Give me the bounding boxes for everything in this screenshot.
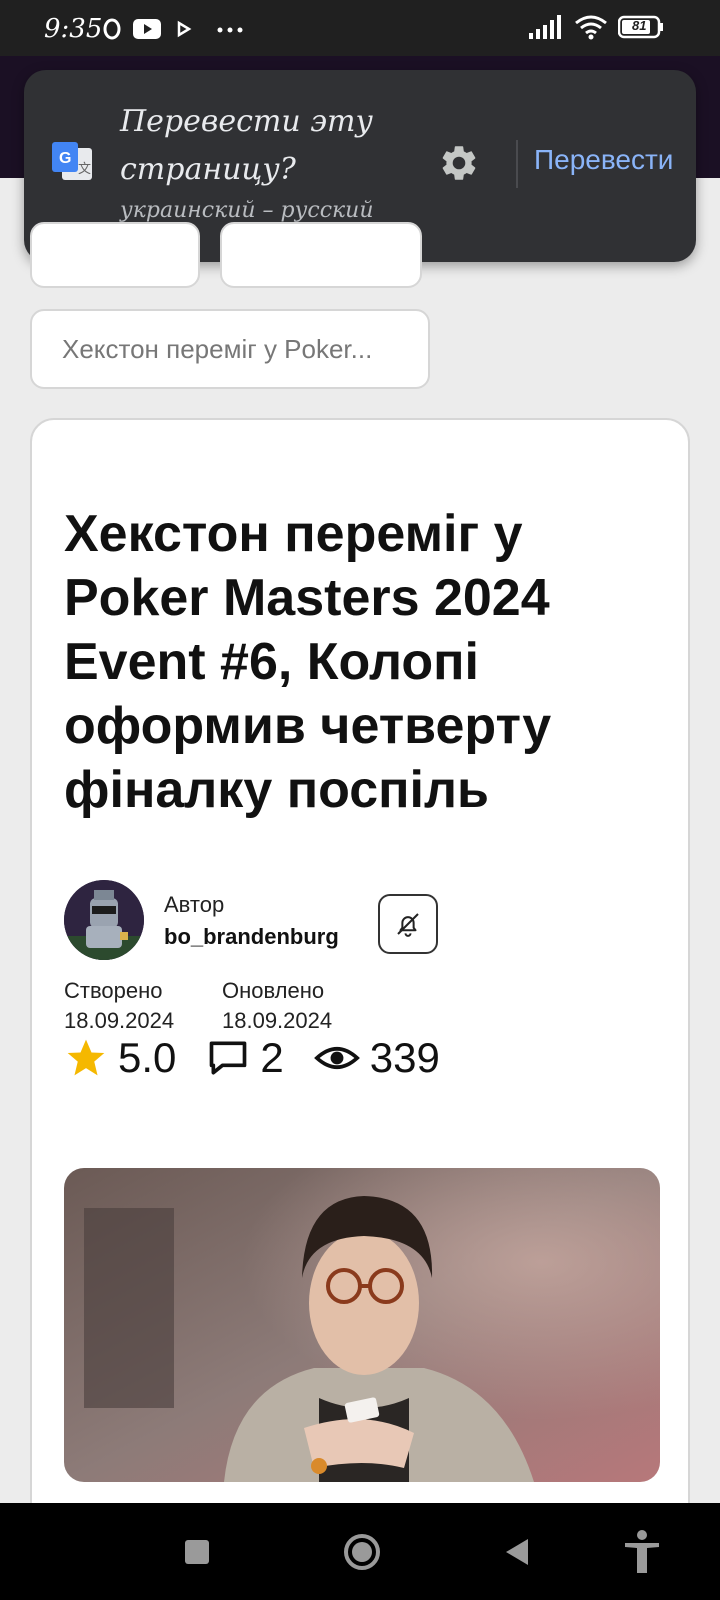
views-stat: 339 xyxy=(313,1034,440,1082)
translate-title: Перевести эту страницу? xyxy=(120,104,373,187)
divider xyxy=(516,140,518,188)
created-date: 18.09.2024 xyxy=(64,1008,175,1033)
author-name[interactable]: bo_brandenburg xyxy=(164,924,339,950)
updated-label: Оновлено xyxy=(222,978,325,1003)
accessibility-icon[interactable] xyxy=(622,1529,662,1575)
svg-text:G: G xyxy=(59,150,71,167)
home-button[interactable] xyxy=(342,1532,382,1572)
updated-date: 18.09.2024 xyxy=(222,1008,333,1033)
created-block: Створено 18.09.2024 xyxy=(64,976,174,1036)
play-icon xyxy=(177,20,192,38)
comments-stat[interactable]: 2 xyxy=(206,1034,284,1082)
system-nav-bar xyxy=(0,1503,720,1600)
comment-icon xyxy=(210,1041,247,1075)
comments-count: 2 xyxy=(260,1034,284,1081)
status-bar: 9:35 81 xyxy=(0,0,720,56)
breadcrumb-item[interactable] xyxy=(220,222,422,288)
signal-icon xyxy=(529,15,561,39)
youtube-icon xyxy=(133,19,161,39)
google-translate-icon: G 文 xyxy=(52,142,92,180)
eye-icon xyxy=(313,1047,360,1069)
translate-button[interactable]: Перевести xyxy=(534,144,673,176)
updated-block: Оновлено 18.09.2024 xyxy=(222,976,332,1036)
article-stats: 5.0 2 339 xyxy=(64,1034,470,1082)
star-icon xyxy=(67,1039,105,1076)
wifi-icon xyxy=(575,15,607,40)
subscribe-button[interactable] xyxy=(378,894,438,954)
svg-text:文: 文 xyxy=(78,162,91,177)
views-count: 339 xyxy=(369,1034,440,1081)
article-image xyxy=(64,1168,660,1482)
translate-languages: украинский – русский xyxy=(120,198,374,223)
created-label: Створено xyxy=(64,978,163,1003)
battery-level: 81 xyxy=(632,18,647,33)
battery-icon: 81 xyxy=(618,15,664,39)
recents-button[interactable] xyxy=(184,1539,210,1565)
rating-value: 5.0 xyxy=(118,1034,177,1081)
bell-off-icon xyxy=(397,913,419,937)
breadcrumb-item[interactable] xyxy=(30,222,200,288)
avatar[interactable] xyxy=(64,880,144,960)
status-time: 9:35 xyxy=(44,14,103,44)
author-label: Автор xyxy=(164,892,225,917)
circle-icon xyxy=(103,18,121,40)
gear-icon[interactable] xyxy=(438,142,480,184)
breadcrumb-current[interactable]: Хекстон переміг у Poker... xyxy=(30,309,430,389)
article-card: Хекстон переміг у Poker Masters 2024 Eve… xyxy=(30,418,690,1600)
article-title: Хекстон переміг у Poker Masters 2024 Eve… xyxy=(64,505,552,819)
back-button[interactable] xyxy=(504,1537,530,1567)
more-icon xyxy=(217,27,243,33)
rating-stat: 5.0 xyxy=(64,1034,176,1082)
